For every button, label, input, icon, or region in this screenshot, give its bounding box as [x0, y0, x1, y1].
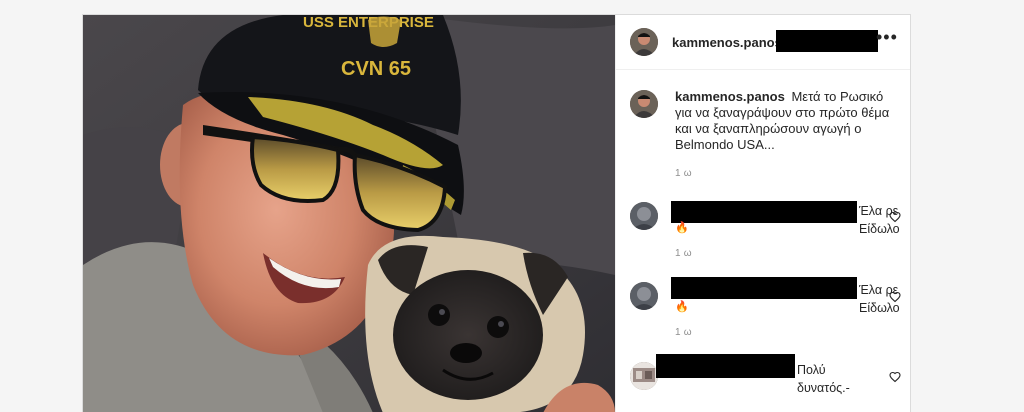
- avatar-image: [630, 282, 658, 310]
- instagram-post: USS ENTERPRISE CVN 65: [82, 14, 911, 412]
- caption-avatar[interactable]: [630, 90, 658, 118]
- caption-timestamp[interactable]: 1 ω: [675, 168, 692, 179]
- fire-emoji: 🔥: [675, 222, 689, 234]
- comment-timestamp[interactable]: 1 ω: [675, 248, 692, 259]
- redacted-block: [671, 201, 857, 223]
- avatar-image: [630, 202, 658, 230]
- more-options-icon[interactable]: •••: [876, 28, 898, 46]
- comment-avatar[interactable]: [630, 202, 658, 230]
- author-username[interactable]: kammenos.panos: [672, 35, 782, 50]
- comment-text: Έλα ρε Είδωλο: [859, 204, 900, 236]
- redacted-block: [656, 354, 795, 378]
- avatar-image: [630, 28, 658, 56]
- fire-emoji: 🔥: [675, 301, 689, 313]
- comment-avatar[interactable]: [630, 362, 658, 390]
- comment-avatar[interactable]: [630, 282, 658, 310]
- comment-text: Έλα ρε Είδωλο: [859, 283, 900, 315]
- like-heart-icon[interactable]: [889, 210, 901, 223]
- comment-timestamp[interactable]: 1 ω: [675, 327, 692, 338]
- like-heart-icon[interactable]: [889, 290, 901, 303]
- avatar-image: [630, 362, 658, 390]
- redacted-block: [671, 277, 857, 299]
- avatar-image: [630, 90, 658, 118]
- post-caption: kammenos.panos Μετά το Ρωσικό για να ξαν…: [675, 89, 901, 153]
- cap-text-hull: CVN 65: [341, 58, 411, 80]
- post-sidebar: kammenos.panos ••• kammenos.panos Μετά τ…: [615, 15, 910, 412]
- author-avatar[interactable]: [630, 28, 658, 56]
- comment-text: Πολύ δυνατός.-: [797, 363, 850, 395]
- redacted-block: [776, 30, 878, 52]
- caption-username[interactable]: kammenos.panos: [675, 89, 785, 104]
- post-photo-image: USS ENTERPRISE CVN 65: [83, 15, 615, 412]
- like-heart-icon[interactable]: [889, 370, 901, 383]
- post-header: kammenos.panos •••: [616, 15, 910, 70]
- post-photo[interactable]: USS ENTERPRISE CVN 65: [83, 15, 615, 412]
